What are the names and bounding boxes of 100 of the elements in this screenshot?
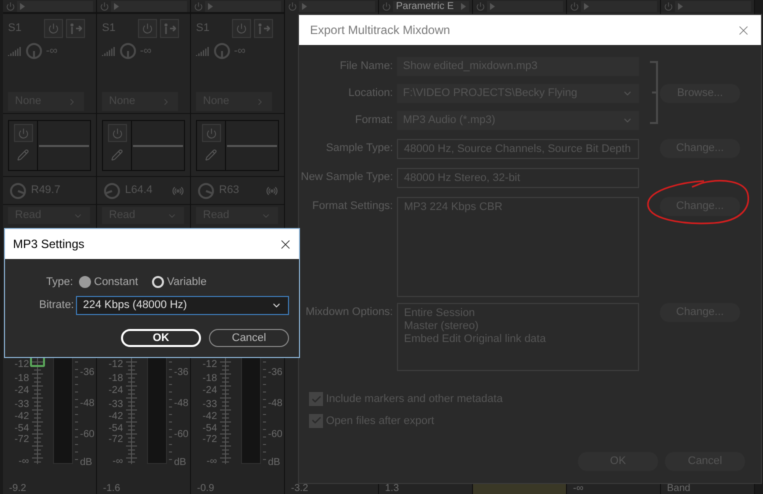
scale-label: dB [80, 458, 92, 468]
checkbox[interactable] [309, 392, 323, 406]
scale-label: -48 [174, 399, 188, 409]
power-button[interactable] [202, 124, 220, 142]
scale-label: -72 [108, 435, 123, 445]
power-icon [18, 128, 28, 138]
scale-label: -72 [202, 435, 217, 445]
power-icon[interactable] [194, 2, 203, 10]
power-button[interactable] [138, 18, 157, 38]
checkbox[interactable] [309, 414, 323, 428]
send-arrow-icon [69, 22, 82, 34]
scale-label: -18 [14, 374, 29, 384]
bitrate-select[interactable]: 224 Kbps (48000 Hz) [76, 296, 289, 315]
volume-value: 1.3 [385, 483, 399, 494]
play-icon [208, 2, 213, 10]
pencil-icon[interactable] [205, 149, 217, 161]
send-level: -∞ [234, 44, 246, 59]
volume-value: -3.2 [291, 483, 308, 494]
scale-label: -∞ [206, 457, 217, 467]
pencil-icon[interactable] [17, 149, 29, 161]
scale-label: -60 [174, 430, 188, 440]
signal-bars-icon [196, 46, 210, 56]
knob-icon[interactable] [25, 42, 43, 60]
effect-slot[interactable]: Parametric E [393, 0, 469, 12]
scale-label: -60 [80, 430, 94, 440]
knob-icon[interactable] [119, 42, 137, 60]
scale-label: -48 [80, 399, 94, 409]
power-button[interactable] [44, 18, 63, 38]
play-icon [114, 2, 119, 10]
power-button[interactable] [14, 124, 32, 142]
play-icon [302, 2, 307, 10]
scale-label: dB [268, 458, 280, 468]
radio-option[interactable]: Variable [152, 274, 207, 290]
scale-label: -42 [202, 412, 217, 422]
power-icon[interactable] [288, 2, 297, 10]
scale-label: -12 [202, 360, 217, 370]
send-arrow-icon [257, 22, 270, 34]
scale-label: -54 [202, 424, 217, 434]
power-icon [206, 128, 216, 138]
send-button[interactable] [66, 18, 85, 38]
cancel-button[interactable]: Cancel [209, 329, 289, 347]
scale-label: -18 [202, 374, 217, 384]
volume-value: -1.6 [103, 483, 120, 494]
knob-icon[interactable] [103, 182, 121, 200]
scale-label: dB [174, 458, 186, 468]
send-button[interactable] [254, 18, 273, 38]
power-icon[interactable] [570, 2, 579, 10]
broadcast-icon[interactable] [266, 184, 278, 196]
radio-option[interactable]: Constant [79, 274, 138, 290]
scale-label: -36 [268, 368, 282, 378]
signal-bars-icon [102, 46, 116, 56]
power-icon[interactable] [664, 2, 673, 10]
power-icon[interactable] [476, 2, 485, 10]
volume-value: -0.9 [197, 483, 214, 494]
check-icon [310, 394, 322, 405]
play-icon [20, 2, 25, 10]
signal-bars-icon [8, 46, 22, 56]
scale-label: -∞ [112, 457, 123, 467]
send-button[interactable] [160, 18, 179, 38]
pencil-icon[interactable] [111, 149, 123, 161]
scale-label: -36 [174, 368, 188, 378]
scale-label: -∞ [18, 457, 29, 467]
power-icon[interactable] [100, 2, 109, 10]
type-label: Type: [45, 274, 74, 290]
scale-label: -60 [268, 430, 282, 440]
scale-label: -36 [80, 368, 94, 378]
power-button[interactable] [108, 124, 126, 142]
scale-label: -42 [14, 412, 29, 422]
volume-value: -9.2 [9, 483, 26, 494]
knob-icon[interactable] [197, 182, 215, 200]
scale-label: -48 [268, 399, 282, 409]
effect-slot[interactable] [17, 0, 93, 12]
effect-slot[interactable] [675, 0, 751, 12]
knob-icon[interactable] [9, 182, 27, 200]
scale-label: -12 [108, 360, 123, 370]
power-icon[interactable] [382, 2, 391, 10]
send-level: -∞ [46, 44, 58, 59]
scale-label: -12 [14, 360, 29, 370]
ok-button[interactable]: OK [121, 329, 201, 347]
effect-slot[interactable] [581, 0, 657, 12]
bitrate-label: Bitrate: [38, 298, 75, 314]
play-icon [490, 2, 495, 10]
effect-slot[interactable] [111, 0, 187, 12]
scale-label: -33 [202, 400, 217, 410]
knob-icon[interactable] [213, 42, 231, 60]
play-icon [461, 2, 466, 10]
scale-label: -54 [14, 424, 29, 434]
power-icon[interactable] [6, 2, 15, 10]
scale-label: -42 [108, 412, 123, 422]
scale-label: -24 [108, 386, 123, 396]
effect-slot[interactable] [487, 0, 563, 12]
power-icon [236, 22, 247, 34]
check-icon [310, 415, 322, 426]
effect-slot[interactable] [205, 0, 281, 12]
scale-label: -24 [14, 386, 29, 396]
power-button[interactable] [232, 18, 251, 38]
broadcast-icon[interactable] [172, 184, 184, 196]
send-arrow-icon [163, 22, 176, 34]
effect-slot[interactable] [299, 0, 375, 12]
volume-value: -∞ [573, 483, 584, 494]
